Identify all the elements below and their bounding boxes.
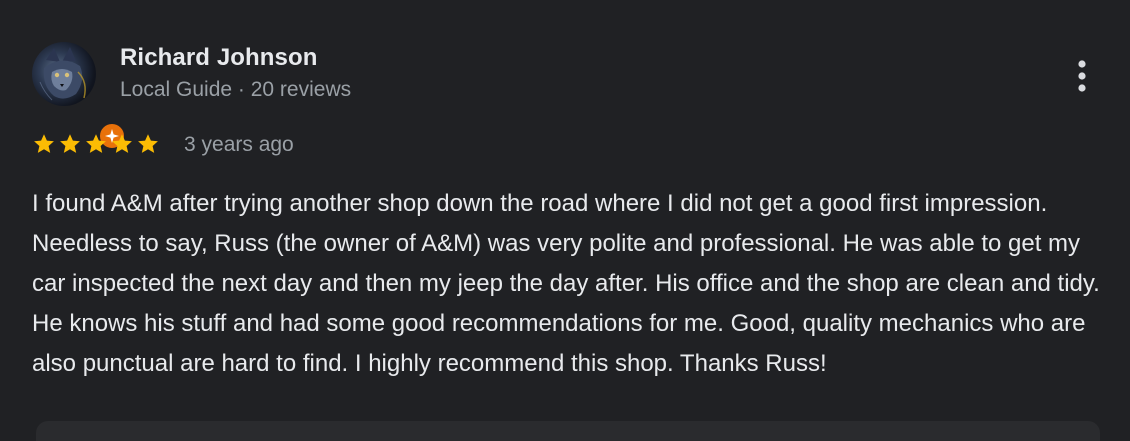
star-icon — [34, 134, 54, 153]
wolf-avatar-image — [32, 42, 96, 106]
star-icon — [138, 134, 158, 153]
owner-response-container — [36, 421, 1100, 441]
star-icon — [86, 134, 106, 153]
more-options-button[interactable] — [1066, 56, 1098, 96]
review-text: I found A&M after trying another shop do… — [32, 190, 1100, 377]
avatar[interactable] — [32, 42, 126, 150]
more-vert-icon — [1078, 60, 1086, 92]
star-icon — [60, 134, 80, 153]
star-icon — [112, 134, 132, 153]
author-meta[interactable]: Local Guide · 20 reviews — [120, 78, 351, 102]
author-name[interactable]: Richard Johnson — [120, 44, 318, 72]
star-rating — [32, 132, 160, 158]
review-date: 3 years ago — [184, 133, 294, 156]
review-card: Richard Johnson Local Guide · 20 reviews… — [0, 0, 1130, 441]
